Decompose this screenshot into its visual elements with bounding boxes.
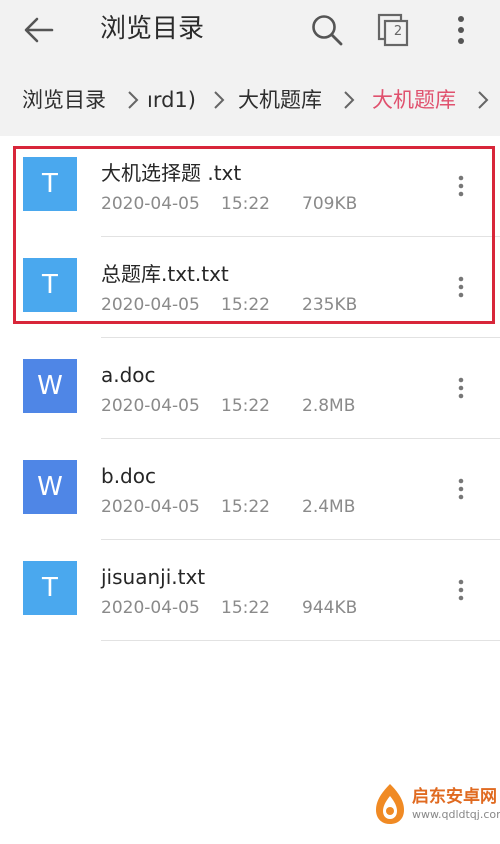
file-name: a.doc [101, 363, 156, 387]
watermark-url: www.qdldtqj.com [412, 808, 500, 821]
more-options-button[interactable] [446, 12, 476, 48]
file-time: 15:22 [221, 497, 270, 517]
breadcrumb: 浏览目录 ırd1) 大机题库 大机题库 [0, 60, 500, 136]
windows-button[interactable]: 2 [374, 12, 414, 48]
search-icon [312, 15, 343, 46]
file-more-button[interactable] [448, 574, 474, 606]
file-name: jisuanji.txt [101, 565, 206, 589]
file-time: 15:22 [221, 396, 270, 416]
back-button[interactable] [22, 14, 56, 46]
file-date: 2020-04-05 [101, 598, 200, 618]
watermark: 启东安卓网 www.qdldtqj.com [372, 776, 500, 832]
file-date: 2020-04-05 [101, 497, 200, 517]
list-item[interactable]: T jisuanji.txt 2020-04-05 15:22 944KB [0, 540, 500, 641]
more-vertical-icon [458, 579, 464, 601]
text-file-icon: T [23, 561, 77, 615]
breadcrumb-item-root[interactable]: 浏览目录 [22, 86, 106, 114]
file-size: 2.8MB [302, 396, 356, 416]
text-file-icon: T [23, 157, 77, 211]
breadcrumb-item-folder[interactable]: 大机题库 [238, 86, 322, 114]
breadcrumb-item-current[interactable]: 大机题库 [372, 86, 456, 114]
chevron-right-icon [340, 88, 358, 112]
back-arrow-icon [24, 17, 54, 43]
chevron-right-icon [124, 88, 142, 112]
list-item[interactable]: T 总题库.txt.txt 2020-04-05 15:22 235KB [0, 237, 500, 338]
file-size: 235KB [302, 295, 358, 315]
list-item[interactable]: W b.doc 2020-04-05 15:22 2.4MB [0, 439, 500, 540]
windows-count: 2 [393, 24, 403, 39]
file-date: 2020-04-05 [101, 194, 200, 214]
file-date: 2020-04-05 [101, 295, 200, 315]
list-item[interactable]: W a.doc 2020-04-05 15:22 2.8MB [0, 338, 500, 439]
word-file-icon: W [23, 460, 77, 514]
file-more-button[interactable] [448, 473, 474, 505]
chevron-right-icon [210, 88, 228, 112]
row-divider [101, 640, 500, 641]
more-vertical-icon [458, 478, 464, 500]
more-vertical-icon [458, 276, 464, 298]
text-file-icon: T [23, 258, 77, 312]
file-name: 大机选择题 .txt [101, 161, 242, 185]
more-vertical-icon [458, 16, 464, 44]
file-size: 709KB [302, 194, 358, 214]
file-time: 15:22 [221, 295, 270, 315]
page-title: 浏览目录 [100, 14, 205, 44]
app-header: 浏览目录 2 [0, 0, 500, 60]
file-time: 15:22 [221, 598, 270, 618]
file-more-button[interactable] [448, 271, 474, 303]
file-size: 2.4MB [302, 497, 356, 517]
watermark-title: 启东安卓网 [412, 787, 497, 807]
list-item[interactable]: T 大机选择题 .txt 2020-04-05 15:22 709KB [0, 136, 500, 237]
file-size: 944KB [302, 598, 358, 618]
more-vertical-icon [458, 377, 464, 399]
watermark-logo-icon [372, 782, 408, 826]
chevron-right-icon [474, 88, 492, 112]
word-file-icon: W [23, 359, 77, 413]
file-date: 2020-04-05 [101, 396, 200, 416]
file-more-button[interactable] [448, 170, 474, 202]
breadcrumb-item-card[interactable]: ırd1) [147, 86, 196, 114]
file-name: b.doc [101, 464, 156, 488]
file-time: 15:22 [221, 194, 270, 214]
file-name: 总题库.txt.txt [101, 262, 229, 286]
more-vertical-icon [458, 175, 464, 197]
file-more-button[interactable] [448, 372, 474, 404]
search-button[interactable] [308, 12, 346, 48]
